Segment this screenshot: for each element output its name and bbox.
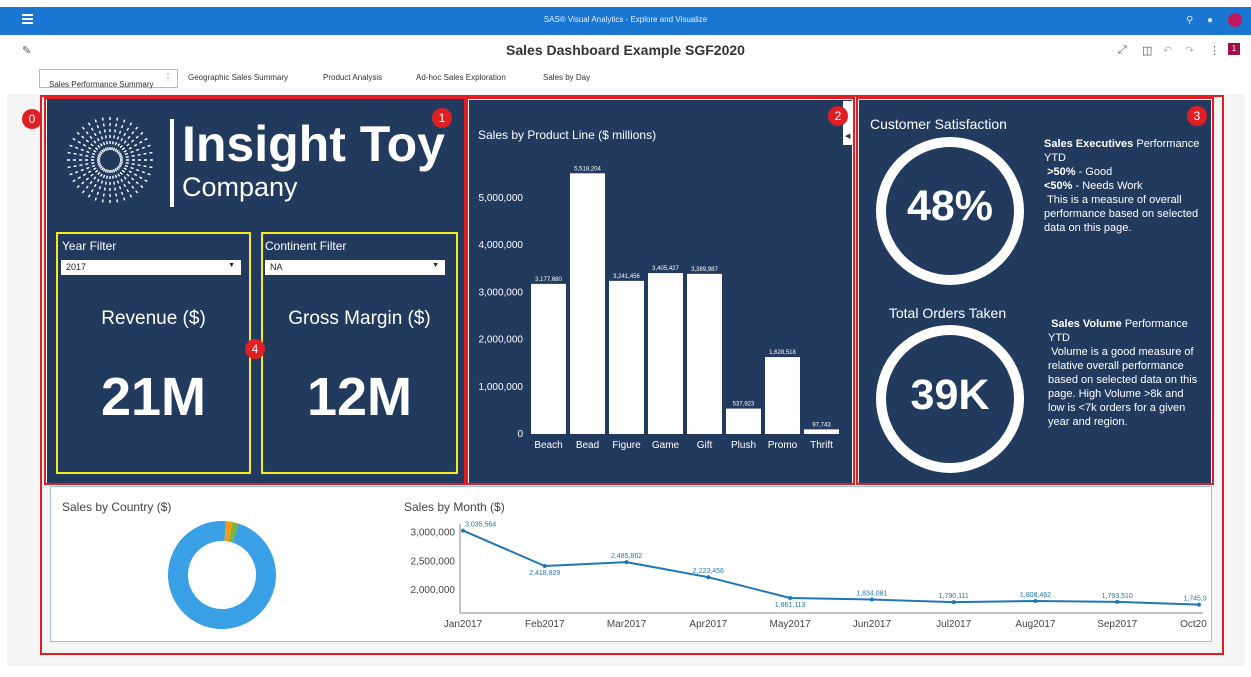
tab-menu-icon[interactable]: ⋮ — [164, 73, 172, 82]
tab-sales-performance-summary[interactable]: Sales Performance Summary ⋮ — [39, 69, 178, 89]
notification-count-badge[interactable]: 1 — [1228, 43, 1240, 55]
app-title: SAS® Visual Analytics - Explore and Visu… — [543, 15, 708, 24]
notifications-icon[interactable]: ● — [1207, 15, 1213, 26]
annotation-badge-1: 1 — [432, 108, 452, 128]
report-view-icon[interactable]: ◫ — [1142, 44, 1152, 57]
annotation-frame-3 — [856, 97, 1214, 485]
report-title: Sales Dashboard Example SGF2020 — [506, 42, 745, 58]
annotation-badge-0: 0 — [22, 109, 42, 129]
tab-geographic-sales-summary[interactable]: Geographic Sales Summary — [188, 73, 288, 82]
user-avatar[interactable] — [1228, 13, 1242, 27]
annotation-badge-4: 4 — [245, 339, 265, 359]
annotation-badge-2: 2 — [828, 106, 848, 126]
app-top-bar: SAS® Visual Analytics - Explore and Visu… — [0, 7, 1251, 35]
redo-icon[interactable]: ↷ — [1185, 44, 1194, 57]
maximize-icon[interactable]: ⤢ — [1118, 44, 1127, 57]
search-icon[interactable]: ⚲ — [1186, 15, 1193, 26]
tab-adhoc-sales-exploration[interactable]: Ad-hoc Sales Exploration — [416, 73, 506, 82]
annotation-frame-2 — [466, 97, 855, 485]
annotation-badge-3: 3 — [1187, 106, 1207, 126]
tab-sales-by-day[interactable]: Sales by Day — [543, 73, 590, 82]
annotation-frame-1 — [44, 97, 466, 485]
tab-product-analysis[interactable]: Product Analysis — [323, 73, 382, 82]
more-options-icon[interactable]: ⋮ — [1209, 44, 1220, 57]
tab-label: Sales Performance Summary — [49, 80, 154, 89]
undo-icon[interactable]: ↶ — [1163, 44, 1172, 57]
